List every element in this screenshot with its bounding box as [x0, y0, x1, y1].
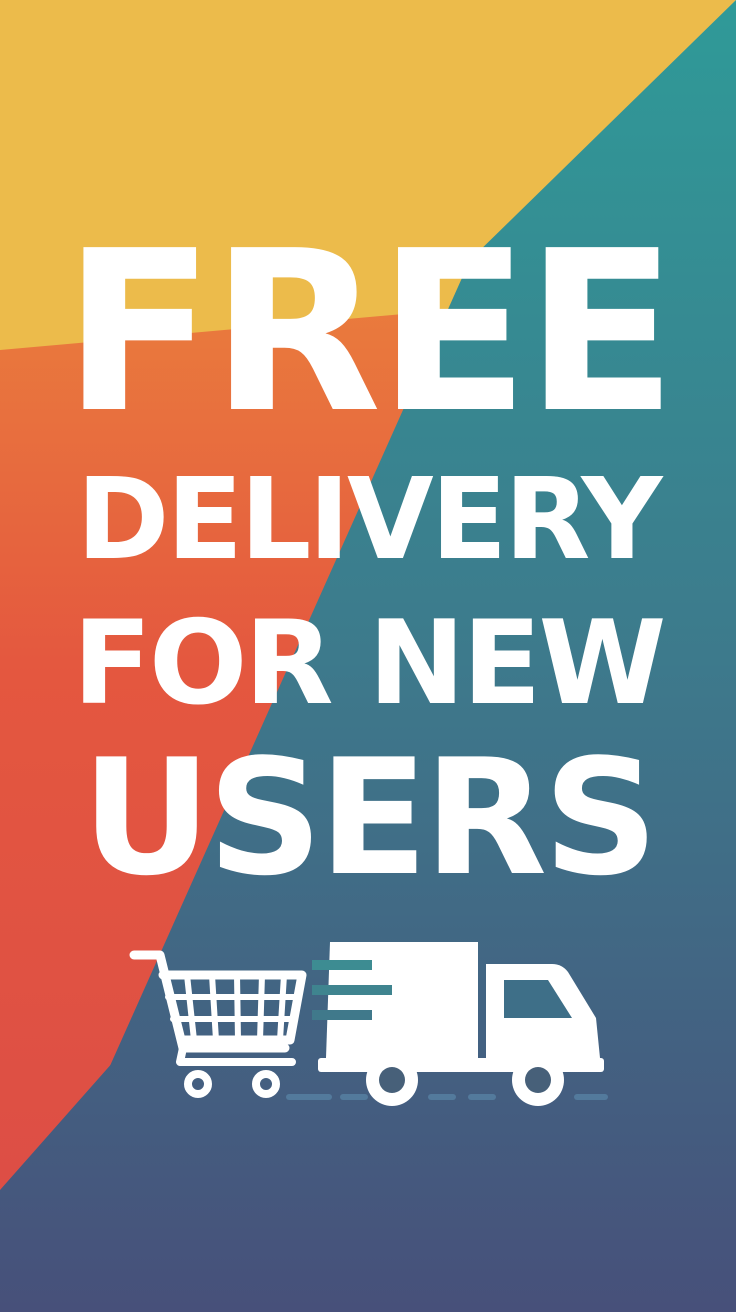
- icon-layer: [129, 942, 608, 1106]
- shopping-cart-icon: [129, 950, 307, 1098]
- promo-poster: FREE DELIVERY FOR NEW USERS: [0, 0, 736, 1312]
- delivery-truck-icon: [286, 942, 608, 1106]
- road-line: [286, 1094, 608, 1100]
